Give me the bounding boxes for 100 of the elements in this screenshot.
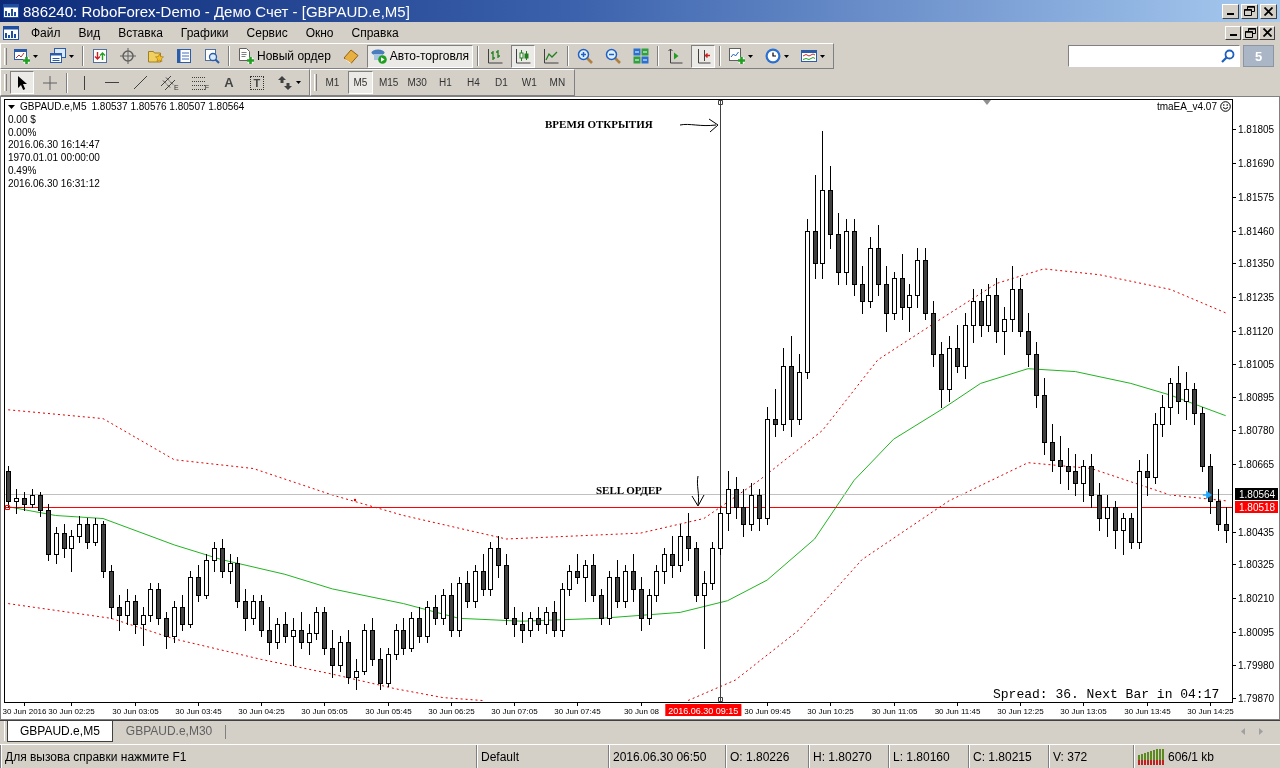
candle-wick (530, 611, 531, 638)
candle-body (844, 231, 849, 273)
time-label: 30 Jun 13:45 (1124, 707, 1171, 716)
candle-wick (269, 606, 270, 656)
document-plus-icon (238, 48, 254, 64)
timeframe-button[interactable]: D1 (488, 71, 514, 94)
menu-item[interactable]: Графики (171, 23, 238, 42)
candle-body (900, 278, 905, 308)
candle-body (133, 601, 138, 625)
minimize-button[interactable] (1225, 25, 1241, 40)
auto-trading-button[interactable]: Авто-торговля (366, 44, 474, 68)
time-label: 30 Jun 11:45 (934, 707, 981, 716)
candle-body (291, 630, 296, 637)
candle-body (662, 554, 667, 572)
restore-icon (1244, 27, 1256, 38)
candle-wick (301, 611, 302, 650)
chart-window-icon (801, 48, 818, 64)
minimize-button[interactable] (1222, 3, 1239, 19)
candle-wick (617, 559, 618, 609)
timeframe-button[interactable]: W1 (516, 71, 542, 94)
candle-wick (973, 288, 974, 344)
candle-body (583, 565, 588, 578)
dotted-lines-icon (190, 74, 207, 91)
candle-body (299, 630, 304, 643)
cursor-button[interactable] (10, 71, 34, 94)
timeframe-button[interactable]: MN (544, 71, 570, 94)
text-tool-button[interactable]: A (216, 71, 241, 94)
timeframe-button[interactable]: H4 (460, 71, 486, 94)
timeframe-button[interactable]: M15 (375, 71, 402, 94)
time-label: 30 Jun 14:25 (1187, 707, 1234, 716)
menu-item[interactable]: Файл (22, 23, 70, 42)
candlestick-button[interactable] (511, 44, 536, 68)
candle-wick (1131, 512, 1132, 550)
price-label: 1.81350 (1238, 258, 1275, 269)
tab[interactable]: GBPAUD.e,M5 (7, 721, 113, 742)
search-field[interactable] (1068, 45, 1240, 67)
new-order-button[interactable]: Новый ордер (234, 44, 335, 68)
close-button[interactable] (1259, 25, 1275, 40)
price-label: 1.80095 (1238, 627, 1275, 638)
candle-wick (1218, 488, 1219, 532)
candle-wick (538, 606, 539, 632)
arrow-icon (691, 475, 705, 507)
menu-item[interactable]: Окно (296, 23, 343, 42)
price-tag: 1.80518 (1235, 501, 1278, 513)
menu-item[interactable]: Вставка (109, 23, 172, 42)
folder-star-icon (148, 48, 164, 64)
timeframe-button[interactable]: M1 (319, 71, 345, 94)
candle-wick (396, 623, 397, 661)
low-price-text: L: 1.80160 (893, 749, 950, 764)
restore-button[interactable] (1241, 3, 1258, 19)
chart-shift-button[interactable] (691, 44, 716, 68)
timeframe-button[interactable]: H1 (432, 71, 458, 94)
candle-body (528, 618, 533, 631)
time-label: 30 Jun 05:45 (365, 707, 412, 716)
candle-body (1160, 407, 1165, 425)
info-text: 0.49% (8, 165, 37, 178)
close-button[interactable] (1260, 3, 1277, 19)
time-label: 30 Jun 12:25 (997, 707, 1044, 716)
search-icon (1221, 49, 1235, 63)
candle-wick (419, 606, 420, 644)
candle-wick (198, 564, 199, 603)
candle-body (251, 601, 256, 619)
axis-arrow-icon (695, 48, 712, 64)
menu-item[interactable]: Сервис (237, 23, 297, 42)
hatched-lines-icon (160, 74, 176, 91)
candle-wick (166, 611, 167, 650)
candle-wick (1162, 394, 1163, 438)
candle-body (923, 260, 928, 314)
candle-wick (95, 517, 96, 547)
candle-wick (514, 606, 515, 638)
price-label: 1.81460 (1238, 226, 1275, 237)
tab[interactable]: GBPAUD.e,M30 (112, 721, 226, 742)
ref-line-label: 1.80518 (1239, 502, 1276, 513)
price-label: 1.80435 (1238, 527, 1275, 538)
time-label: 30 Jun 07:05 (491, 707, 538, 716)
candle-body (346, 642, 351, 678)
candle-body (560, 589, 565, 631)
candle-body (1042, 395, 1047, 443)
candle-body (915, 260, 920, 296)
timeframe-button[interactable]: M30 (404, 71, 430, 94)
magnifier-document-icon (204, 48, 220, 64)
time-label: 30 Jun 09:45 (744, 707, 791, 716)
candle-body (971, 301, 976, 326)
candle-body (449, 595, 454, 631)
restore-button[interactable] (1242, 25, 1258, 40)
candle-wick (1226, 506, 1227, 544)
info-text: 2016.06.30 16:31:12 (8, 177, 100, 191)
candle-body (979, 301, 984, 326)
candle-body (204, 560, 209, 596)
candle-body (148, 589, 153, 616)
text-label-button[interactable]: T (244, 71, 269, 94)
time-label: 30 Jun 07:45 (554, 707, 601, 716)
candle-wick (546, 606, 547, 635)
chart-annotation: SELL ОРДЕР (596, 484, 662, 496)
menu-item[interactable]: Вид (69, 23, 110, 42)
candle-body (1113, 507, 1118, 531)
candle-wick (293, 617, 294, 667)
timeframe-button[interactable]: M5 (347, 71, 373, 94)
candle-body (504, 565, 509, 619)
menu-item[interactable]: Справка (342, 23, 408, 42)
